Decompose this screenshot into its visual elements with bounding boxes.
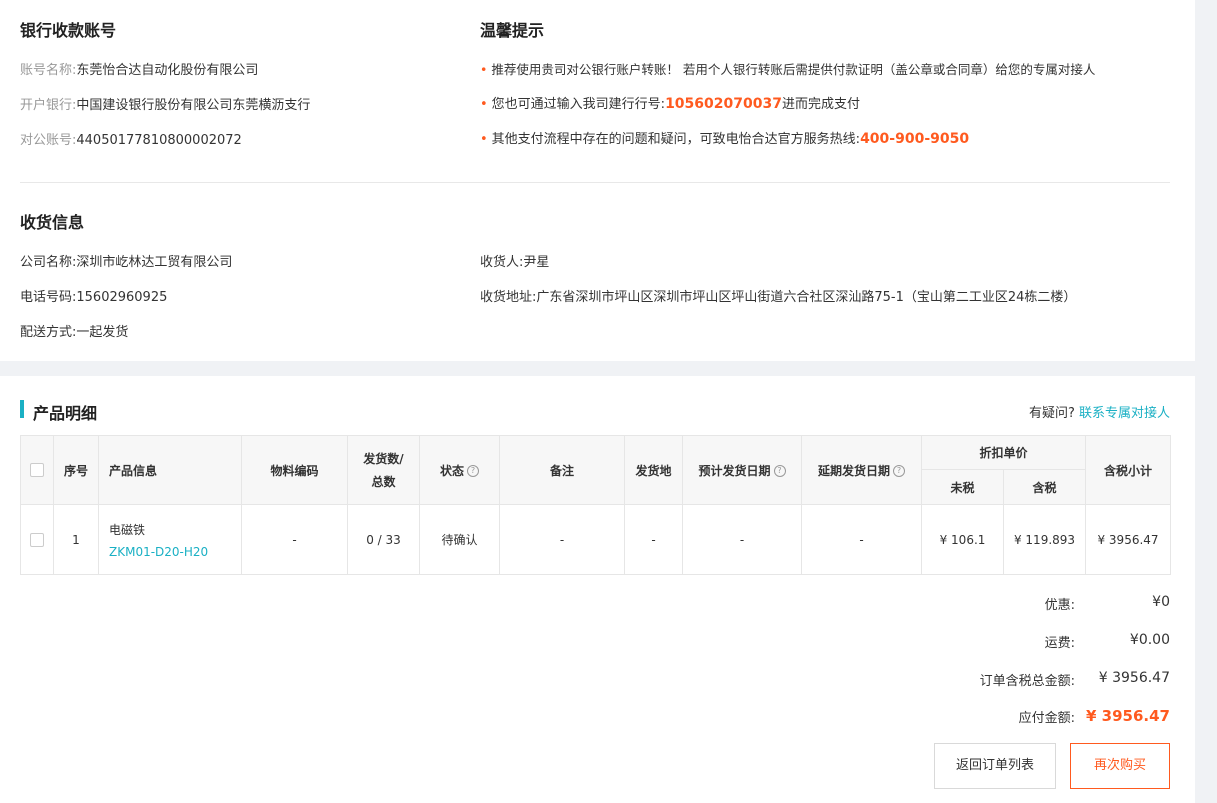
bank-account-no: 44050177810800002072 <box>76 133 242 148</box>
contact-row: 有疑问? 联系专属对接人 <box>1029 402 1170 421</box>
section-divider <box>20 182 1170 183</box>
summary-payable-label: 应付金额: <box>1018 711 1075 726</box>
col-material: 物料编码 <box>241 435 348 505</box>
tips-section-title: 温馨提示 <box>480 21 545 40</box>
question-circle-icon[interactable]: ? <box>467 465 479 477</box>
shipping-address: 收货地址:广东省深圳市坪山区深圳市坪山区坪山街道六合社区深汕路75-1（宝山第二… <box>480 290 1077 305</box>
question-circle-icon[interactable]: ? <box>773 465 786 477</box>
product-code-link[interactable]: ZKM01-D20-H20 <box>109 545 241 559</box>
bank-account-name: 东莞怡合达自动化股份有限公司 <box>76 63 259 78</box>
row-remark: - <box>499 504 625 575</box>
col-est-date-label: 预计发货日期 <box>698 463 771 478</box>
order-info-card <box>0 0 1195 361</box>
row-subtotal: ¥ 3956.47 <box>1085 504 1172 575</box>
question-text: 有疑问? <box>1028 406 1075 421</box>
bullet-icon: • <box>480 97 488 112</box>
col-qty: 发货数/ 总数 <box>347 435 420 505</box>
summary-shipping-value: ¥0.00 <box>1129 632 1170 648</box>
shipping-company: 公司名称:深圳市屹林达工贸有限公司 <box>20 255 233 270</box>
bank-account-name-label: 账号名称: <box>20 63 77 78</box>
col-product-info: 产品信息 <box>98 435 242 505</box>
summary-total: 订单含税总金额: ¥ 3956.47 <box>870 670 1170 690</box>
summary-payable-value: ¥ 3956.47 <box>1086 707 1170 725</box>
row-material: - <box>241 504 348 575</box>
product-name: 电磁铁 <box>109 522 146 537</box>
shipping-section-title: 收货信息 <box>20 213 85 232</box>
col-discount-price: 折扣单价 <box>920 435 1087 470</box>
bank-section-title: 银行收款账号 <box>20 21 117 40</box>
shipping-phone: 电话号码:15602960925 <box>20 290 168 305</box>
select-all-cell <box>20 435 54 505</box>
row-est-date: - <box>682 504 802 575</box>
tip-2: • 您也可通过输入我司建行行号:105602070037进而完成支付 <box>480 93 860 112</box>
bullet-icon: • <box>480 62 488 77</box>
row-product-info: 电磁铁 ZKM01-D20-H20 <box>98 504 242 575</box>
summary-discount-value: ¥0 <box>1152 594 1170 610</box>
back-to-orders-button[interactable]: 返回订单列表 <box>934 743 1056 789</box>
contact-rep-link[interactable]: 联系专属对接人 <box>1079 406 1170 421</box>
table-row: 1 电磁铁 ZKM01-D20-H20 - 0 / 33 待确认 - - - -… <box>20 504 1172 575</box>
row-price-no-tax: ¥ 106.1 <box>921 504 1004 575</box>
tip-3: • 其他支付流程中存在的问题和疑问，可致电怡合达官方服务热线:400-900-90… <box>480 128 969 147</box>
bank-name: 中国建设银行股份有限公司东莞横沥支行 <box>76 98 311 113</box>
col-status: 状态? <box>419 435 500 505</box>
bank-name-row: 开户银行:中国建设银行股份有限公司东莞横沥支行 <box>20 94 310 113</box>
row-status: 待确认 <box>419 504 500 575</box>
tip-3-prefix: 其他支付流程中存在的问题和疑问，可致电怡合达官方服务热线: <box>491 132 861 147</box>
row-qty: 0 / 33 <box>347 504 420 575</box>
shipping-receiver: 收货人:尹星 <box>480 255 550 270</box>
bank-branch-code: 105602070037 <box>665 96 782 112</box>
tip-2-suffix: 进而完成支付 <box>781 97 860 112</box>
section-accent-bar <box>20 400 24 418</box>
question-circle-icon[interactable]: ? <box>893 465 905 477</box>
bank-account-no-label: 对公账号: <box>20 133 77 148</box>
summary-discount: 优惠: ¥0 <box>870 594 1170 614</box>
summary-total-value: ¥ 3956.47 <box>1098 670 1170 686</box>
col-remark: 备注 <box>499 435 625 505</box>
tip-1-text: 推荐使用贵司对公银行账户转账！ 若用个人银行转账后需提供付款证明（盖公章或合同章… <box>491 62 1096 77</box>
product-table: 序号 产品信息 物料编码 发货数/ 总数 状态? 备注 发货地 预计发货日期? … <box>20 435 1172 575</box>
row-price-with-tax: ¥ 119.893 <box>1002 504 1087 575</box>
row-origin: - <box>624 504 683 575</box>
bank-name-label: 开户银行: <box>20 98 77 113</box>
col-qty-line1: 发货数/ <box>363 452 404 466</box>
bank-account-name-row: 账号名称:东莞怡合达自动化股份有限公司 <box>20 59 258 78</box>
summary-shipping: 运费: ¥0.00 <box>870 632 1170 652</box>
row-checkbox[interactable] <box>30 532 44 547</box>
col-status-label: 状态 <box>439 463 464 478</box>
col-subtotal: 含税小计 <box>1085 435 1172 505</box>
tip-2-prefix: 您也可通过输入我司建行行号: <box>491 97 666 112</box>
summary-shipping-label: 运费: <box>1044 636 1075 651</box>
row-delay-date: - <box>801 504 922 575</box>
col-price-with-tax: 含税 <box>1002 469 1087 505</box>
summary-payable: 应付金额: ¥ 3956.47 <box>870 707 1170 727</box>
summary-discount-label: 优惠: <box>1044 598 1075 613</box>
col-origin: 发货地 <box>624 435 683 505</box>
tip-1: • 推荐使用贵司对公银行账户转账！ 若用个人银行转账后需提供付款证明（盖公章或合同… <box>480 59 1095 78</box>
row-select-cell <box>20 504 54 575</box>
bank-account-no-row: 对公账号:44050177810800002072 <box>20 129 242 148</box>
col-est-date: 预计发货日期? <box>682 435 802 505</box>
select-all-checkbox[interactable] <box>30 463 44 478</box>
col-qty-line2: 总数 <box>371 475 396 489</box>
row-index: 1 <box>53 504 99 575</box>
bullet-icon: • <box>480 132 488 147</box>
col-price-no-tax: 未税 <box>921 469 1004 505</box>
summary-total-label: 订单含税总金额: <box>979 674 1075 689</box>
products-section-title: 产品明细 <box>33 404 98 423</box>
shipping-delivery-method: 配送方式:一起发货 <box>20 325 129 340</box>
buy-again-button[interactable]: 再次购买 <box>1070 743 1170 789</box>
col-delay-date-label: 延期发货日期 <box>817 463 890 478</box>
col-index: 序号 <box>53 435 99 505</box>
service-hotline: 400-900-9050 <box>860 131 970 147</box>
col-delay-date: 延期发货日期? <box>801 435 922 505</box>
